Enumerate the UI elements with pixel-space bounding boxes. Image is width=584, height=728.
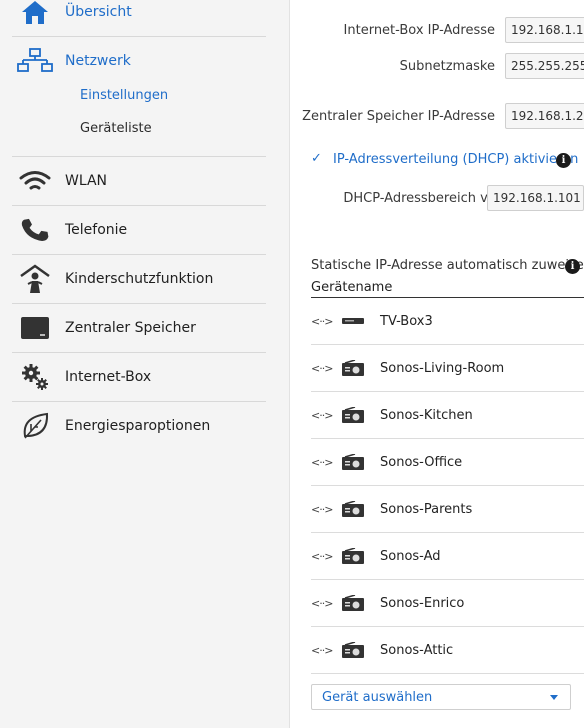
device-name: Sonos-Office	[380, 454, 463, 470]
leaf-icon	[12, 402, 58, 450]
tv-box-icon	[342, 313, 364, 329]
sidebar-item-label: Internet-Box	[65, 369, 152, 385]
bidirectional-arrow-icon: <··>	[311, 502, 333, 516]
device-name: Sonos-Living-Room	[380, 360, 505, 376]
bidirectional-arrow-icon: <··>	[311, 361, 333, 375]
sidebar-item-label: Übersicht	[65, 4, 132, 20]
subnet-mask-label: Subnetzmaske	[399, 59, 495, 74]
internet-box-ip-label: Internet-Box IP-Adresse	[343, 23, 495, 38]
device-name: Sonos-Enrico	[380, 595, 465, 611]
sidebar-item-zentraler-speicher[interactable]: Zentraler Speicher	[12, 304, 266, 352]
device-select-label: Gerät auswählen	[322, 689, 433, 705]
info-icon[interactable]: i	[556, 153, 571, 168]
device-row[interactable]: <··> Sonos-Attic	[311, 627, 584, 674]
internet-box-ip-field[interactable]: 192.168.1.1	[505, 17, 584, 43]
sidebar-item-uebersicht[interactable]: Übersicht	[12, 0, 266, 36]
device-name: TV-Box3	[380, 313, 433, 329]
device-name-header: Gerätename	[311, 280, 393, 295]
sidebar-item-label: Zentraler Speicher	[65, 320, 196, 336]
sidebar-item-label: Telefonie	[65, 222, 128, 238]
static-ip-label: Statische IP-Adresse automatisch zuweise…	[311, 258, 584, 273]
sidebar-item-kinderschutzfunktion[interactable]: Kinderschutzfunktion	[12, 255, 266, 303]
storage-icon	[12, 304, 58, 352]
subnet-mask-field[interactable]: 255.255.255.0	[505, 53, 584, 79]
device-row[interactable]: <··> Sonos-Living-Room	[311, 345, 584, 392]
chevron-down-icon	[550, 694, 558, 700]
sidebar-item-internet-box[interactable]: Internet-Box	[12, 353, 266, 401]
sidebar-item-netzwerk[interactable]: Netzwerk	[12, 37, 266, 85]
sidebar-item-label: Kinderschutzfunktion	[65, 271, 214, 287]
sidebar-item-telefonie[interactable]: Telefonie	[12, 206, 266, 254]
wifi-icon	[12, 157, 58, 205]
bidirectional-arrow-icon: <··>	[311, 455, 333, 469]
dhcp-checkbox[interactable]: ✓	[311, 152, 325, 166]
storage-ip-label: Zentraler Speicher IP-Adresse	[302, 109, 495, 124]
main-panel: Internet-Box IP-Adresse 192.168.1.1 Subn…	[291, 0, 584, 728]
bidirectional-arrow-icon: <··>	[311, 596, 333, 610]
dhcp-range-field[interactable]: 192.168.1.101	[487, 185, 584, 211]
radio-icon	[342, 453, 364, 470]
radio-icon	[342, 500, 364, 517]
device-name: Sonos-Kitchen	[380, 407, 473, 423]
dhcp-checkbox-label[interactable]: IP-Adressverteilung (DHCP) aktivieren	[333, 152, 578, 167]
device-row[interactable]: <··> Sonos-Enrico	[311, 580, 584, 627]
device-row[interactable]: <··> Sonos-Parents	[311, 486, 584, 533]
child-protection-icon	[12, 255, 58, 303]
bidirectional-arrow-icon: <··>	[311, 643, 333, 657]
sidebar-item-wlan[interactable]: WLAN	[12, 157, 266, 205]
device-row[interactable]: <··> Sonos-Kitchen	[311, 392, 584, 439]
radio-icon	[342, 406, 364, 423]
bidirectional-arrow-icon: <··>	[311, 408, 333, 422]
sidebar-item-label: WLAN	[65, 173, 108, 189]
subnav-geraeteliste[interactable]: Geräteliste	[80, 121, 152, 136]
home-icon	[12, 0, 58, 36]
storage-ip-field[interactable]: 192.168.1.2	[505, 103, 584, 129]
sidebar-item-label: Netzwerk	[65, 53, 131, 69]
device-name: Sonos-Attic	[380, 642, 454, 658]
radio-icon	[342, 641, 364, 658]
gear-icon	[12, 353, 58, 401]
dhcp-range-label: DHCP-Adressbereich von	[343, 191, 504, 206]
radio-icon	[342, 547, 364, 564]
bidirectional-arrow-icon: <··>	[311, 314, 333, 328]
bidirectional-arrow-icon: <··>	[311, 549, 333, 563]
radio-icon	[342, 594, 364, 611]
info-icon[interactable]: i	[565, 259, 580, 274]
subnav-einstellungen[interactable]: Einstellungen	[80, 88, 168, 103]
sidebar-item-energiesparoptionen[interactable]: Energiesparoptionen	[12, 402, 266, 450]
device-select[interactable]: Gerät auswählen	[311, 684, 571, 710]
device-row[interactable]: <··> TV-Box3	[311, 298, 584, 345]
sidebar: Übersicht Netzwerk Einstellungen Gerätel…	[0, 0, 290, 728]
sidebar-item-label: Energiesparoptionen	[65, 418, 211, 434]
device-row[interactable]: <··> Sonos-Office	[311, 439, 584, 486]
device-name: Sonos-Ad	[380, 548, 441, 564]
device-row[interactable]: <··> Sonos-Ad	[311, 533, 584, 580]
network-icon	[12, 37, 58, 85]
radio-icon	[342, 359, 364, 376]
phone-icon	[12, 206, 58, 254]
device-name: Sonos-Parents	[380, 501, 473, 517]
